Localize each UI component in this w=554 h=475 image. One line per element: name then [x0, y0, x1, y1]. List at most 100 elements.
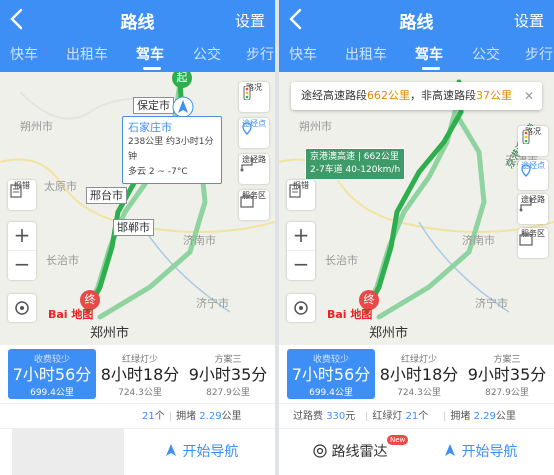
route-tag: 方案三 [214, 355, 242, 365]
page-title: 路线 [399, 13, 434, 33]
traffic-button[interactable]: 路况 [239, 82, 269, 112]
highway-name: 京港澳高速 | 662公里 [310, 152, 399, 162]
map-label-zhengzhou: 郑州市 [90, 326, 130, 341]
start-navigation-label: 开始导航 [461, 444, 518, 460]
start-navigation-button[interactable]: 开始导航 [164, 441, 238, 461]
route-tag: 红绿灯少 [400, 355, 437, 365]
tab-bus[interactable]: 公交 [193, 44, 221, 64]
start-navigation-label: 开始导航 [182, 444, 239, 460]
map-label-jinan: 济南市 [183, 234, 216, 247]
map-label-shuozhou: 朔州市 [299, 120, 332, 133]
traffic-light-count: | 红绿灯 21个 [365, 411, 429, 422]
zoom-out-button[interactable]: − [287, 251, 315, 280]
route-tag: 收费较少 [312, 355, 349, 365]
tab-taxi[interactable]: 出租车 [66, 44, 108, 64]
tab-drive[interactable]: 驾车 [415, 44, 443, 64]
zoom-control: + − [8, 222, 36, 280]
route-info-bar: 过路费 330元 | 红绿灯 21个 | 拥堵 2.29公里 [279, 403, 554, 429]
waypoint-button[interactable]: 途经点 [239, 118, 269, 148]
route-radar-button[interactable]: 路线雷达 [313, 441, 387, 461]
city-box-xingtai: 邢台市 [86, 187, 127, 204]
route-time: 9小时35分 [467, 365, 547, 384]
tab-taxi[interactable]: 出租车 [345, 44, 387, 64]
service-area-icon [240, 194, 254, 208]
route-options: 收费较少 7小时56分 699.4公里 红绿灯少 8小时18分 724.3公里 … [0, 345, 275, 403]
top-bar: 路线 设置 [0, 0, 275, 38]
route-icon [519, 198, 533, 212]
map-drawing [279, 79, 554, 320]
mode-tabs: 快车 出租车 驾车 公交 步行 [0, 38, 275, 72]
service-area-button[interactable]: 服务区 [239, 190, 269, 220]
tab-indicator [143, 67, 161, 70]
route-distance: 827.9公里 [485, 388, 529, 398]
close-banner-button[interactable]: ✕ [524, 82, 534, 110]
tab-express[interactable]: 快车 [289, 44, 317, 64]
traffic-button[interactable]: 路况 [518, 126, 548, 156]
tab-indicator [422, 67, 440, 70]
route-option-3[interactable]: 方案三 9小时35分 827.9公里 [463, 349, 551, 399]
city-popup[interactable]: 石家庄市 238公里 约3小时1分钟 多云 2 ~ -7°C [122, 116, 222, 184]
zoom-control: + − [287, 222, 315, 280]
report-icon [10, 184, 22, 198]
tab-walk[interactable]: 步行 [246, 44, 274, 64]
locate-button[interactable] [287, 294, 315, 322]
route-distance: 724.3公里 [397, 388, 441, 398]
route-options: 收费较少 7小时56分 699.4公里 红绿灯少 8小时18分 724.3公里 … [279, 345, 554, 403]
baidu-logo: Bai 地图 [48, 308, 94, 321]
new-badge: New [387, 435, 409, 445]
locate-button[interactable] [8, 294, 36, 322]
map-label-changzhi: 长治市 [325, 254, 358, 267]
settings-button[interactable]: 设置 [235, 10, 265, 31]
route-pass-button[interactable]: 途经路 [239, 154, 269, 184]
route-option-2[interactable]: 红绿灯少 8小时18分 724.3公里 [375, 349, 463, 399]
service-area-icon [519, 232, 533, 246]
right-screen: 路线 设置 快车 出租车 驾车 公交 步行 途经高速路段662公里，非高速路段3… [279, 0, 554, 475]
route-info-bar: 21个 | 拥堵 2.29公里 [0, 403, 275, 429]
route-option-1[interactable]: 收费较少 7小时56分 699.4公里 [287, 349, 375, 399]
start-navigation-button[interactable]: 开始导航 [443, 441, 517, 461]
toll-fee: 过路费 330元 [293, 411, 356, 422]
route-time: 8小时18分 [379, 365, 459, 384]
map-label-taiyuan: 太原市 [44, 180, 77, 193]
zoom-in-button[interactable]: + [8, 222, 36, 251]
zoom-in-button[interactable]: + [287, 222, 315, 251]
route-time: 7小时56分 [291, 365, 371, 384]
page-title: 路线 [120, 13, 155, 33]
route-option-1[interactable]: 收费较少 7小时56分 699.4公里 [8, 349, 96, 399]
locate-icon [15, 301, 29, 315]
radar-icon [313, 444, 327, 458]
map-label-jining: 济宁市 [475, 297, 508, 310]
highway-info-box[interactable]: 京港澳高速 | 662公里 2-7车道 40-120km/h [305, 148, 406, 180]
navigate-arrow-icon [166, 444, 176, 456]
route-pass-button[interactable]: 途经路 [518, 194, 548, 224]
report-error-button[interactable]: 报错 [8, 180, 36, 210]
tab-drive[interactable]: 驾车 [136, 44, 164, 64]
map-view[interactable]: 途经高速路段662公里，非高速路段37公里 ✕ 京港澳高速 京港澳高速 | 66… [279, 72, 554, 345]
city-box-baoding: 保定市 [133, 97, 174, 114]
service-area-button[interactable]: 服务区 [518, 228, 548, 258]
popup-weather: 多云 2 ~ -7°C [128, 167, 188, 177]
map-label-changzhi: 长治市 [46, 254, 79, 267]
pin-icon [521, 164, 531, 177]
report-icon [289, 184, 301, 198]
zoom-out-button[interactable]: − [8, 251, 36, 280]
waypoint-button[interactable]: 途经点 [518, 160, 548, 190]
route-time: 7小时56分 [12, 365, 92, 384]
map-label-jining: 济宁市 [196, 297, 229, 310]
settings-button[interactable]: 设置 [514, 10, 544, 31]
baidu-logo: Bai 地图 [327, 308, 373, 321]
route-option-2[interactable]: 红绿灯少 8小时18分 724.3公里 [96, 349, 184, 399]
route-option-3[interactable]: 方案三 9小时35分 827.9公里 [184, 349, 272, 399]
route-tag: 红绿灯少 [121, 355, 158, 365]
congestion-length: | 拥堵 2.29公里 [443, 411, 516, 422]
popup-distance: 238公里 约3小时1分钟 [128, 137, 214, 162]
tab-walk[interactable]: 步行 [525, 44, 553, 64]
map-label-jinan: 济南市 [462, 234, 495, 247]
popup-city: 石家庄市 [128, 121, 172, 134]
navigate-arrow-icon [445, 444, 455, 456]
tab-express[interactable]: 快车 [10, 44, 38, 64]
screenshot-canvas: 路线 设置 快车 出租车 驾车 公交 步行 朔州市 太原市 长治市 济南市 济宁… [0, 0, 554, 475]
report-error-button[interactable]: 报错 [287, 180, 315, 210]
tab-bus[interactable]: 公交 [472, 44, 500, 64]
map-view[interactable]: 朔州市 太原市 长治市 济南市 济宁市 保定市 邢台市 邯郸市 起 石家庄市 2… [0, 72, 275, 345]
